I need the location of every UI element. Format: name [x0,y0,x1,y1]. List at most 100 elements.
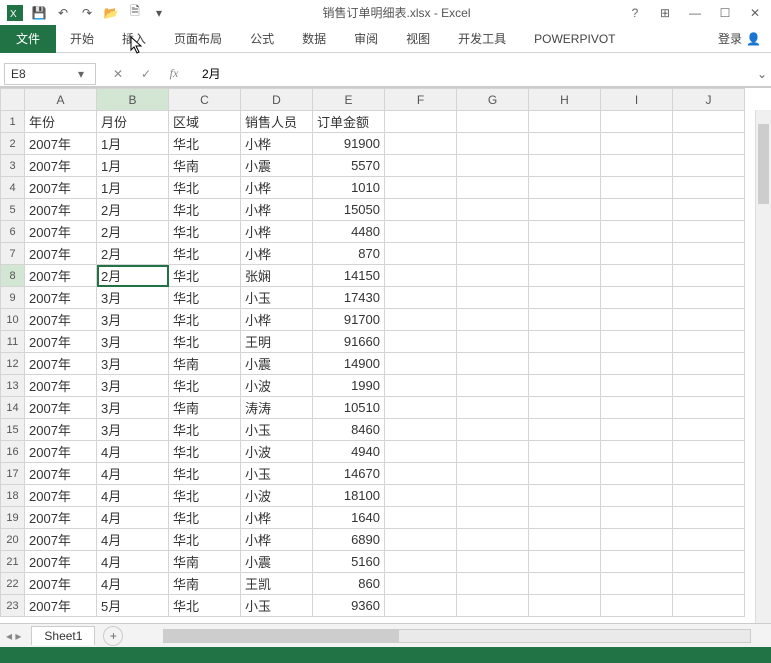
tab-pagelayout[interactable]: 页面布局 [160,25,236,53]
cell-H23[interactable] [529,595,601,617]
cell-H11[interactable] [529,331,601,353]
cell-B6[interactable]: 2月 [97,221,169,243]
add-sheet-button[interactable]: + [103,626,123,646]
row-header-18[interactable]: 18 [1,485,25,507]
cell-B21[interactable]: 4月 [97,551,169,573]
cell-B10[interactable]: 3月 [97,309,169,331]
cell-E22[interactable]: 860 [313,573,385,595]
cell-E7[interactable]: 870 [313,243,385,265]
cell-F23[interactable] [385,595,457,617]
cell-H20[interactable] [529,529,601,551]
cell-F5[interactable] [385,199,457,221]
vertical-scroll-thumb[interactable] [758,124,769,204]
cell-C21[interactable]: 华南 [169,551,241,573]
cell-B17[interactable]: 4月 [97,463,169,485]
cell-E19[interactable]: 1640 [313,507,385,529]
cell-C18[interactable]: 华北 [169,485,241,507]
cell-F18[interactable] [385,485,457,507]
column-header-D[interactable]: D [241,89,313,111]
row-header-12[interactable]: 12 [1,353,25,375]
cell-B20[interactable]: 4月 [97,529,169,551]
cell-D17[interactable]: 小玉 [241,463,313,485]
cell-I9[interactable] [601,287,673,309]
cell-G6[interactable] [457,221,529,243]
cell-B19[interactable]: 4月 [97,507,169,529]
cell-C13[interactable]: 华北 [169,375,241,397]
column-header-F[interactable]: F [385,89,457,111]
cell-B4[interactable]: 1月 [97,177,169,199]
cell-D23[interactable]: 小玉 [241,595,313,617]
cell-D3[interactable]: 小震 [241,155,313,177]
row-header-23[interactable]: 23 [1,595,25,617]
cell-G18[interactable] [457,485,529,507]
save-button[interactable]: 💾 [28,2,50,24]
cell-J22[interactable] [673,573,745,595]
cell-I10[interactable] [601,309,673,331]
redo-button[interactable]: ↷ [76,2,98,24]
cell-E20[interactable]: 6890 [313,529,385,551]
cell-H3[interactable] [529,155,601,177]
cell-B22[interactable]: 4月 [97,573,169,595]
cell-E5[interactable]: 15050 [313,199,385,221]
cell-H4[interactable] [529,177,601,199]
column-header-J[interactable]: J [673,89,745,111]
cell-D14[interactable]: 涛涛 [241,397,313,419]
cell-C1[interactable]: 区域 [169,111,241,133]
qat-dropdown-icon[interactable]: ▾ [148,2,170,24]
cell-F8[interactable] [385,265,457,287]
cell-I1[interactable] [601,111,673,133]
cell-C22[interactable]: 华南 [169,573,241,595]
cell-H21[interactable] [529,551,601,573]
cell-G12[interactable] [457,353,529,375]
cell-C23[interactable]: 华北 [169,595,241,617]
row-header-1[interactable]: 1 [1,111,25,133]
cell-E4[interactable]: 1010 [313,177,385,199]
cell-C2[interactable]: 华北 [169,133,241,155]
cell-I21[interactable] [601,551,673,573]
cell-C4[interactable]: 华北 [169,177,241,199]
cell-F15[interactable] [385,419,457,441]
open-button[interactable]: 📂 [100,2,122,24]
cell-E14[interactable]: 10510 [313,397,385,419]
select-all-corner[interactable] [1,89,25,111]
cell-I2[interactable] [601,133,673,155]
cell-A15[interactable]: 2007年 [25,419,97,441]
ribbon-options-button[interactable]: ⊞ [653,3,677,23]
cell-D13[interactable]: 小波 [241,375,313,397]
cell-B23[interactable]: 5月 [97,595,169,617]
row-header-7[interactable]: 7 [1,243,25,265]
cell-J23[interactable] [673,595,745,617]
row-header-9[interactable]: 9 [1,287,25,309]
tab-home[interactable]: 开始 [56,25,108,53]
row-header-6[interactable]: 6 [1,221,25,243]
cell-J3[interactable] [673,155,745,177]
cell-D12[interactable]: 小震 [241,353,313,375]
cell-A8[interactable]: 2007年 [25,265,97,287]
column-header-C[interactable]: C [169,89,241,111]
cell-H8[interactable] [529,265,601,287]
cell-G2[interactable] [457,133,529,155]
row-header-13[interactable]: 13 [1,375,25,397]
cell-G16[interactable] [457,441,529,463]
cell-J2[interactable] [673,133,745,155]
cell-B13[interactable]: 3月 [97,375,169,397]
cell-G9[interactable] [457,287,529,309]
cell-C16[interactable]: 华北 [169,441,241,463]
cell-I13[interactable] [601,375,673,397]
cell-J19[interactable] [673,507,745,529]
cell-I19[interactable] [601,507,673,529]
cell-I4[interactable] [601,177,673,199]
cell-G23[interactable] [457,595,529,617]
cell-B18[interactable]: 4月 [97,485,169,507]
cell-H14[interactable] [529,397,601,419]
row-header-17[interactable]: 17 [1,463,25,485]
cell-D18[interactable]: 小波 [241,485,313,507]
tab-developer[interactable]: 开发工具 [444,25,520,53]
column-header-B[interactable]: B [97,89,169,111]
cell-B2[interactable]: 1月 [97,133,169,155]
cell-H17[interactable] [529,463,601,485]
cell-C3[interactable]: 华南 [169,155,241,177]
cell-B3[interactable]: 1月 [97,155,169,177]
cell-F6[interactable] [385,221,457,243]
new-button[interactable]: 🗎 [124,2,146,24]
